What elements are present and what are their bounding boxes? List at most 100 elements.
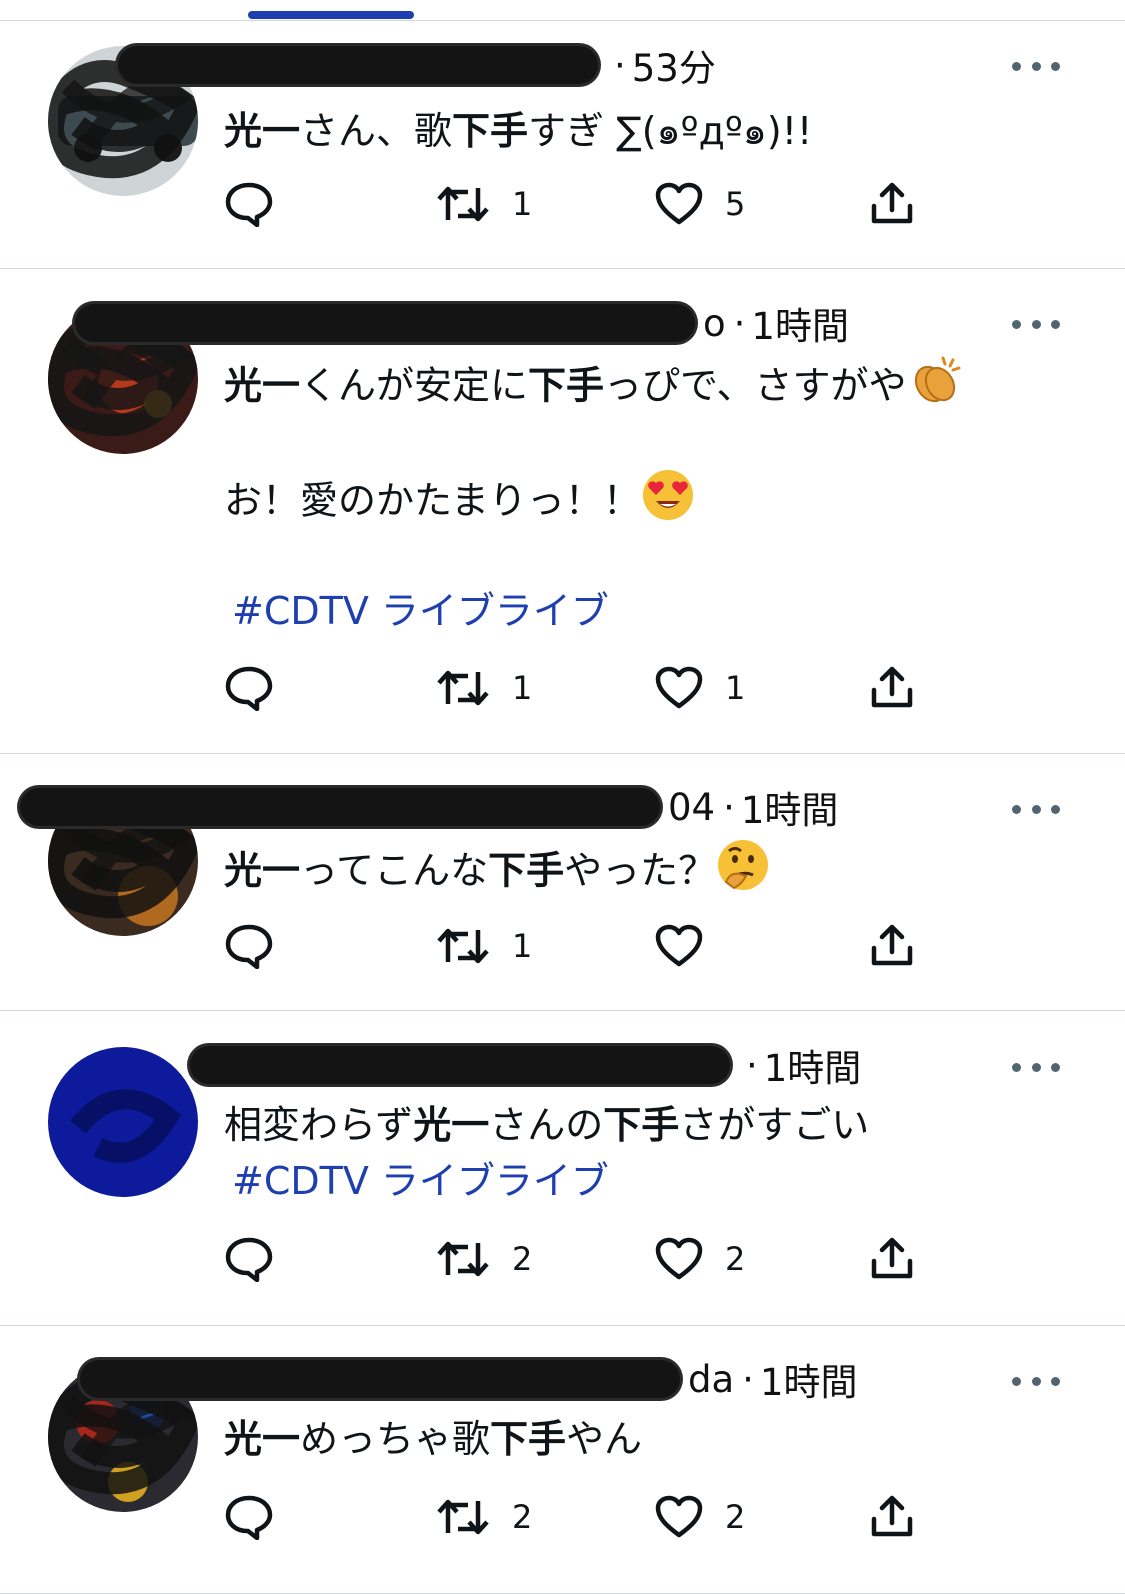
more-icon[interactable] bbox=[1012, 799, 1060, 819]
action-bar: 1 bbox=[0, 920, 1125, 972]
action-bar: 15 bbox=[0, 178, 1125, 230]
timestamp[interactable]: 1時間 bbox=[741, 780, 839, 834]
like-button[interactable]: 5 bbox=[655, 178, 745, 230]
retweet-count: 1 bbox=[512, 669, 533, 707]
retweet-count: 2 bbox=[512, 1240, 533, 1278]
share-icon bbox=[870, 1495, 914, 1539]
heart-icon bbox=[655, 924, 703, 968]
action-bar: 11 bbox=[0, 662, 1125, 714]
reply-button[interactable] bbox=[224, 920, 274, 972]
timestamp[interactable]: 1時間 bbox=[764, 1038, 862, 1092]
share-icon bbox=[870, 1237, 914, 1281]
retweet-icon bbox=[436, 926, 490, 966]
redacted-username[interactable] bbox=[118, 46, 598, 84]
reply-icon bbox=[224, 1494, 274, 1540]
tweet-text: っぴで、さすがや bbox=[604, 363, 907, 408]
heart-icon bbox=[655, 182, 703, 226]
separator-dot: · bbox=[723, 785, 735, 829]
tweet-text-line: 光一ってこんな下手やった？ bbox=[224, 838, 770, 908]
separator-dot: · bbox=[614, 43, 626, 87]
clap-emoji-icon bbox=[907, 354, 963, 422]
hashtag-link[interactable]: #CDTV ライブライブ bbox=[232, 1159, 609, 1203]
tweet-text-line: 光一めっちゃ歌下手やん bbox=[224, 1410, 642, 1468]
reply-button[interactable] bbox=[224, 1491, 274, 1543]
share-icon bbox=[870, 182, 914, 226]
tweet-text-line: 相変わらず光一さんの下手さがすごい bbox=[224, 1096, 869, 1154]
retweet-button[interactable]: 1 bbox=[436, 662, 532, 714]
action-bar: 22 bbox=[0, 1491, 1125, 1543]
separator-dot: · bbox=[746, 1043, 758, 1087]
handle-tail[interactable]: da bbox=[688, 1358, 734, 1401]
share-button[interactable] bbox=[870, 920, 914, 972]
retweet-button[interactable]: 1 bbox=[436, 920, 532, 972]
like-count: 1 bbox=[725, 669, 746, 707]
tweet-header: da · 1時間 bbox=[80, 1354, 857, 1404]
retweet-icon bbox=[436, 184, 490, 224]
like-button[interactable]: 2 bbox=[655, 1491, 745, 1543]
reply-button[interactable] bbox=[224, 1233, 274, 1285]
tweet-text: さん、歌 bbox=[300, 109, 453, 153]
retweet-icon bbox=[436, 1497, 490, 1537]
share-button[interactable] bbox=[870, 662, 914, 714]
tweet-text: すぎ ∑(๑ºдº๑)!! bbox=[528, 109, 813, 153]
reply-button[interactable] bbox=[224, 178, 274, 230]
tweet-text-line: お！愛のかたまりっ！！ bbox=[224, 468, 695, 538]
like-button[interactable]: 1 bbox=[655, 662, 745, 714]
more-icon[interactable] bbox=[1012, 56, 1060, 76]
redacted-username[interactable] bbox=[80, 1360, 680, 1398]
thinking-emoji-icon bbox=[716, 838, 770, 908]
heart-icon bbox=[655, 666, 703, 710]
active-tab-indicator bbox=[248, 11, 414, 19]
tweet-text-line: 光一くんが安定に下手っぴで、さすがや bbox=[224, 354, 963, 422]
timestamp[interactable]: 1時間 bbox=[760, 1352, 858, 1406]
timestamp[interactable]: 1時間 bbox=[751, 296, 849, 350]
reply-button[interactable] bbox=[224, 662, 274, 714]
tweet-text-line: #CDTV ライブライブ bbox=[232, 1152, 609, 1210]
bold-keyword: 光一 bbox=[224, 109, 301, 153]
tab-bar bbox=[0, 0, 1125, 21]
redacted-username[interactable] bbox=[190, 1046, 730, 1084]
retweet-button[interactable]: 1 bbox=[436, 178, 532, 230]
handle-tail[interactable]: 04 bbox=[668, 786, 715, 829]
retweet-button[interactable]: 2 bbox=[436, 1233, 532, 1285]
retweet-count: 1 bbox=[512, 927, 533, 965]
reply-icon bbox=[224, 1236, 274, 1282]
share-icon bbox=[870, 924, 914, 968]
like-button[interactable]: 2 bbox=[655, 1233, 745, 1285]
retweet-button[interactable]: 2 bbox=[436, 1491, 532, 1543]
timestamp[interactable]: 53分 bbox=[632, 38, 716, 92]
tweet-text: やった？ bbox=[564, 848, 717, 893]
handle-tail[interactable]: o bbox=[703, 302, 726, 345]
more-icon[interactable] bbox=[1012, 1371, 1060, 1391]
bold-keyword: 下手 bbox=[528, 363, 605, 408]
heart-icon bbox=[655, 1237, 703, 1281]
share-button[interactable] bbox=[870, 1491, 914, 1543]
like-button[interactable] bbox=[655, 920, 725, 972]
more-icon[interactable] bbox=[1012, 314, 1060, 334]
tweet-text: お！愛のかたまりっ！！ bbox=[224, 478, 641, 523]
like-count: 2 bbox=[725, 1240, 746, 1278]
tweet-header: · 53分 bbox=[118, 40, 716, 90]
redacted-username[interactable] bbox=[75, 304, 695, 342]
bold-keyword: 光一 bbox=[224, 848, 301, 893]
avatar[interactable] bbox=[48, 1047, 198, 1197]
reply-icon bbox=[224, 665, 274, 711]
separator-dot: · bbox=[733, 301, 746, 345]
redacted-username[interactable] bbox=[20, 788, 660, 826]
bold-keyword: 光一 bbox=[224, 1417, 301, 1461]
bold-keyword: 下手 bbox=[452, 109, 529, 153]
more-icon[interactable] bbox=[1012, 1057, 1060, 1077]
bold-keyword: 光一 bbox=[224, 363, 301, 408]
tweet-header: o · 1時間 bbox=[75, 298, 849, 348]
hashtag-link[interactable]: #CDTV ライブライブ bbox=[232, 589, 609, 633]
share-icon bbox=[870, 666, 914, 710]
bold-keyword: 下手 bbox=[603, 1103, 680, 1147]
share-button[interactable] bbox=[870, 178, 914, 230]
share-button[interactable] bbox=[870, 1233, 914, 1285]
bold-keyword: 下手 bbox=[490, 1417, 567, 1461]
heart-icon bbox=[655, 1495, 703, 1539]
bold-keyword: 光一 bbox=[413, 1103, 490, 1147]
tweet-text: さんの bbox=[489, 1103, 604, 1147]
reply-icon bbox=[224, 923, 274, 969]
retweet-count: 1 bbox=[512, 185, 533, 223]
